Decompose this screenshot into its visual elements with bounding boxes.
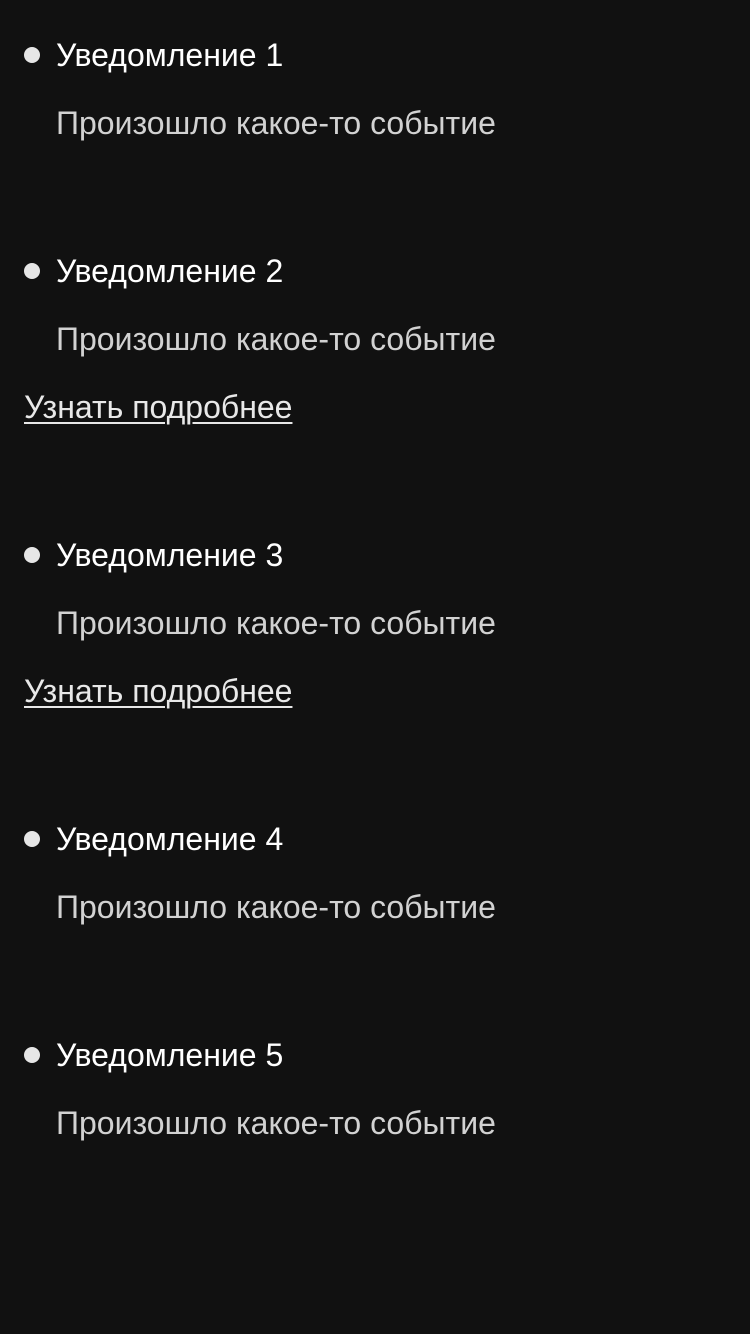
notification-title: Уведомление 3 <box>56 537 284 573</box>
bullet-icon <box>24 1047 40 1063</box>
notification-text: Произошло какое-то событие <box>56 605 496 641</box>
notification-text: Произошло какое-то событие <box>56 321 496 357</box>
notification-text: Произошло какое-то событие <box>56 105 496 141</box>
bullet-icon <box>24 47 40 63</box>
notification-title: Уведомление 4 <box>56 821 284 857</box>
bullet-icon <box>24 263 40 279</box>
notification-title: Уведомление 2 <box>56 253 284 289</box>
notification-title: Уведомление 5 <box>56 1037 284 1073</box>
notification-text: Произошло какое-то событие <box>56 1105 496 1141</box>
bullet-icon <box>24 547 40 563</box>
learn-more-link[interactable]: Узнать подробнее <box>24 669 292 713</box>
learn-more-link[interactable]: Узнать подробнее <box>24 385 292 429</box>
bullet-icon <box>24 831 40 847</box>
notification-title: Уведомление 1 <box>56 37 284 73</box>
notification-text: Произошло какое-то событие <box>56 889 496 925</box>
